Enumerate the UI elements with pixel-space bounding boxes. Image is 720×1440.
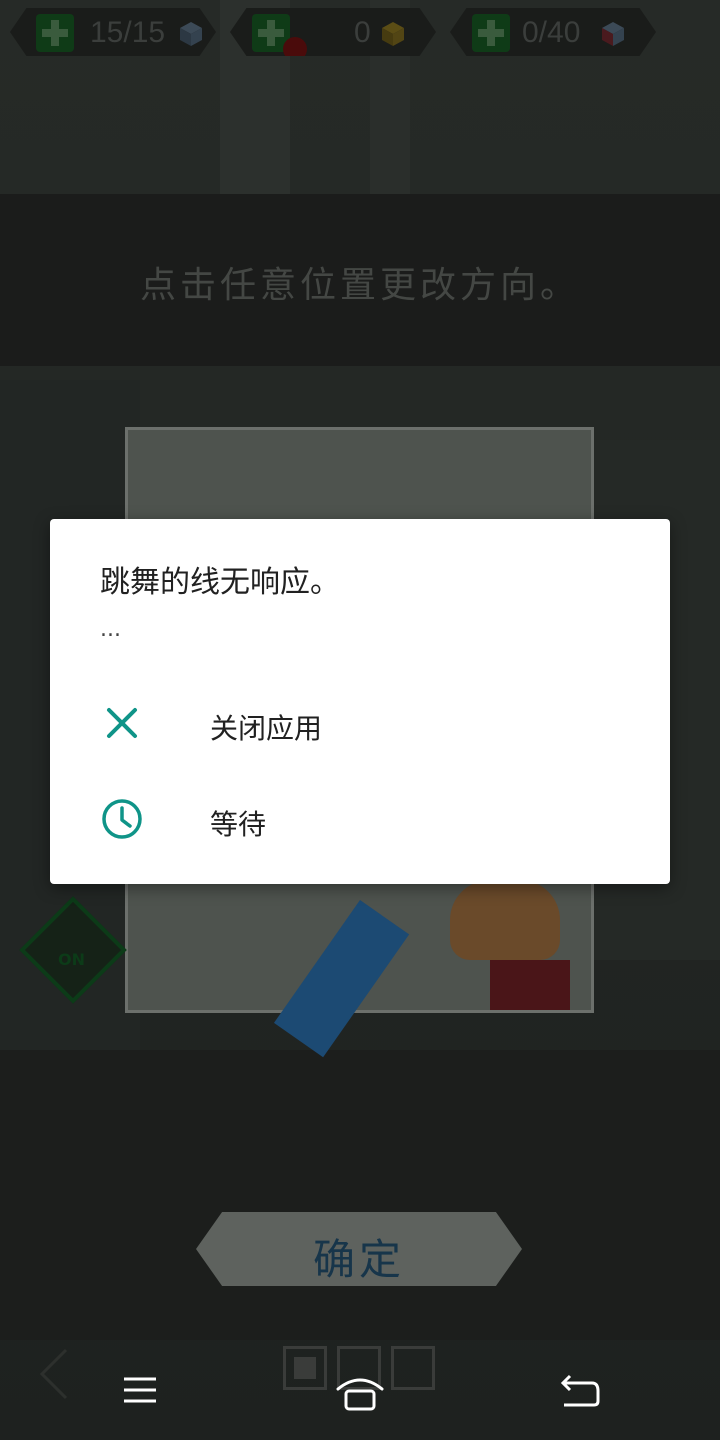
hud-gems-value: 0 bbox=[354, 16, 371, 49]
on-sign-label: ON bbox=[58, 950, 85, 969]
confirm-button-label: 确定 bbox=[312, 1235, 405, 1284]
hud-counter-progress: 0/40 bbox=[450, 8, 656, 56]
dialog-subtitle: ... bbox=[100, 617, 121, 642]
gem-cube-icon bbox=[382, 22, 404, 46]
close-app-label: 关闭应用 bbox=[210, 712, 323, 745]
close-app-option[interactable]: 关闭应用 bbox=[50, 677, 670, 773]
close-icon bbox=[107, 708, 137, 738]
floor-shape bbox=[0, 1050, 720, 1340]
hud-lives-value: 15/15 bbox=[90, 16, 166, 49]
wait-option[interactable]: 等待 bbox=[50, 773, 670, 869]
hud-progress-value: 0/40 bbox=[522, 16, 581, 49]
menu-icon[interactable] bbox=[110, 1365, 170, 1415]
instruction-banner: 点击任意位置更改方向。 bbox=[0, 194, 720, 366]
confirm-button[interactable]: 确定 bbox=[196, 1212, 522, 1286]
clock-icon bbox=[102, 799, 142, 839]
tutorial-hand bbox=[450, 880, 560, 960]
app-not-responding-dialog: 跳舞的线无响应。 ... 关闭应用 等待 bbox=[50, 519, 670, 884]
dialog-title: 跳舞的线无响应。 bbox=[100, 565, 340, 600]
plus-icon bbox=[36, 14, 74, 52]
hud-counter-gems: 0 bbox=[230, 8, 436, 56]
instruction-text: 点击任意位置更改方向。 bbox=[139, 265, 580, 306]
back-icon[interactable] bbox=[550, 1365, 610, 1415]
hud-counter-lives: 15/15 bbox=[10, 8, 216, 56]
plus-icon bbox=[472, 14, 510, 52]
cube-icon bbox=[602, 22, 624, 46]
cube-icon bbox=[180, 22, 202, 46]
tutorial-sleeve bbox=[490, 960, 570, 1010]
home-icon[interactable] bbox=[330, 1365, 390, 1415]
system-nav-bar bbox=[0, 1335, 720, 1440]
wait-label: 等待 bbox=[210, 808, 267, 841]
